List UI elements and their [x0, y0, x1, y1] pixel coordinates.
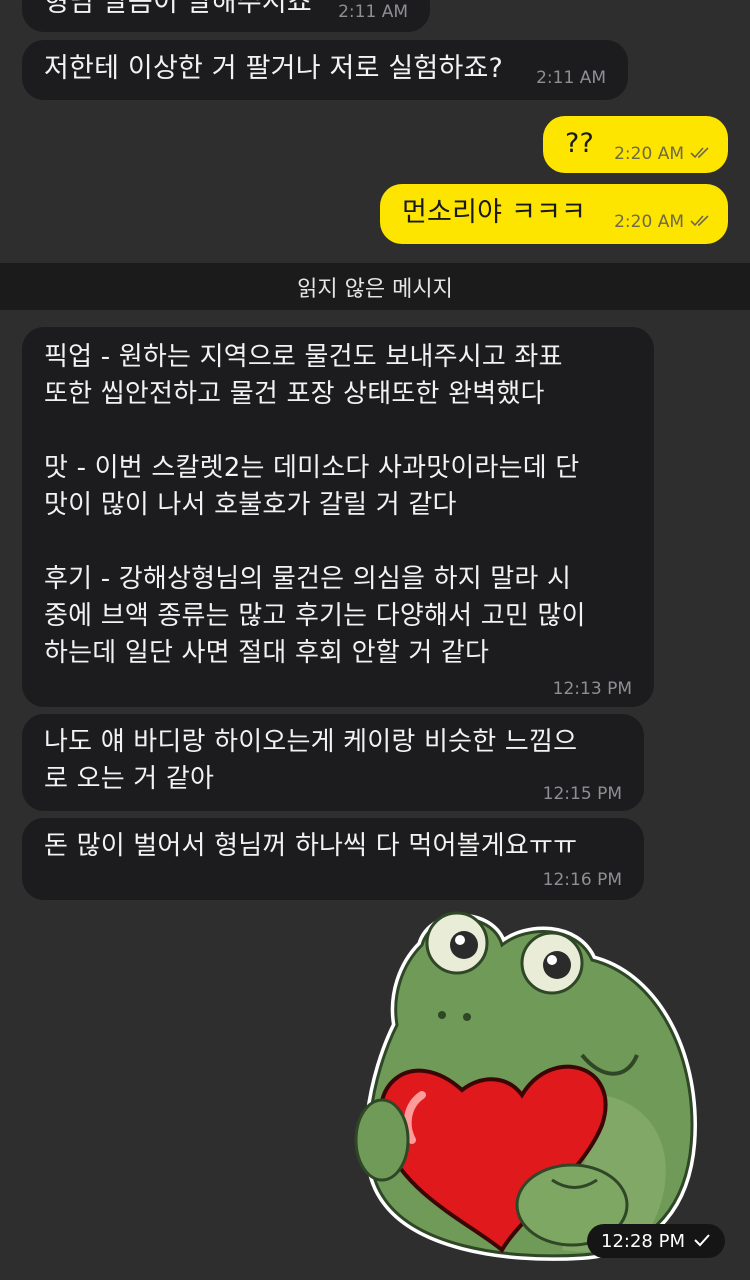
frog-heart-sticker[interactable] [352, 905, 722, 1265]
frog-heart-icon [354, 911, 697, 1261]
message-text: ?? [565, 128, 595, 159]
double-check-icon [690, 212, 712, 232]
message-time: 12:15 PM [542, 784, 622, 804]
message-meta: 2:20 AM [614, 212, 712, 232]
message-bubble-incoming[interactable]: 형님 말씀이 말해주시죠 2:11 AM [22, 0, 430, 32]
sticker-time-badge: 12:28 PM [587, 1224, 725, 1258]
sticker-time: 12:28 PM [601, 1230, 685, 1252]
double-check-icon [690, 144, 712, 164]
message-text: 형님 말씀이 말해주시죠 [44, 0, 312, 18]
message-text: 픽업 - 원하는 지역으로 물건도 보내주시고 좌표 또한 씹안전하고 물건 포… [44, 342, 586, 668]
message-text: 돈 많이 벌어서 형님꺼 하나씩 다 먹어볼게요ㅠㅠ [44, 831, 578, 861]
message-time: 12:13 PM [552, 679, 632, 699]
message-bubble-incoming[interactable]: 돈 많이 벌어서 형님꺼 하나씩 다 먹어볼게요ㅠㅠ 12:16 PM [22, 818, 644, 900]
check-icon [693, 1231, 711, 1252]
message-bubble-outgoing[interactable]: ?? 2:20 AM [543, 116, 728, 173]
message-bubble-outgoing[interactable]: 먼소리야 ㅋㅋㅋ 2:20 AM [380, 184, 728, 244]
message-meta: 2:20 AM [614, 144, 712, 164]
message-text: 나도 얘 바디랑 하이오는게 케이랑 비슷한 느낌으 로 오는 거 같아 [44, 727, 578, 794]
message-time: 2:20 AM [614, 144, 684, 164]
message-bubble-incoming[interactable]: 나도 얘 바디랑 하이오는게 케이랑 비슷한 느낌으 로 오는 거 같아 12:… [22, 714, 644, 811]
message-bubble-incoming[interactable]: 픽업 - 원하는 지역으로 물건도 보내주시고 좌표 또한 씹안전하고 물건 포… [22, 327, 654, 707]
message-time: 2:11 AM [536, 68, 606, 88]
unread-messages-divider: 읽지 않은 메시지 [0, 263, 750, 310]
message-text: 먼소리야 ㅋㅋㅋ [402, 197, 587, 228]
divider-label: 읽지 않은 메시지 [297, 276, 453, 302]
message-time: 2:20 AM [614, 212, 684, 232]
message-time: 12:16 PM [542, 870, 622, 890]
message-bubble-incoming[interactable]: 저한테 이상한 거 팔거나 저로 실험하죠? 2:11 AM [22, 40, 628, 100]
message-text: 저한테 이상한 거 팔거나 저로 실험하죠? [44, 53, 504, 84]
message-time: 2:11 AM [338, 2, 408, 22]
